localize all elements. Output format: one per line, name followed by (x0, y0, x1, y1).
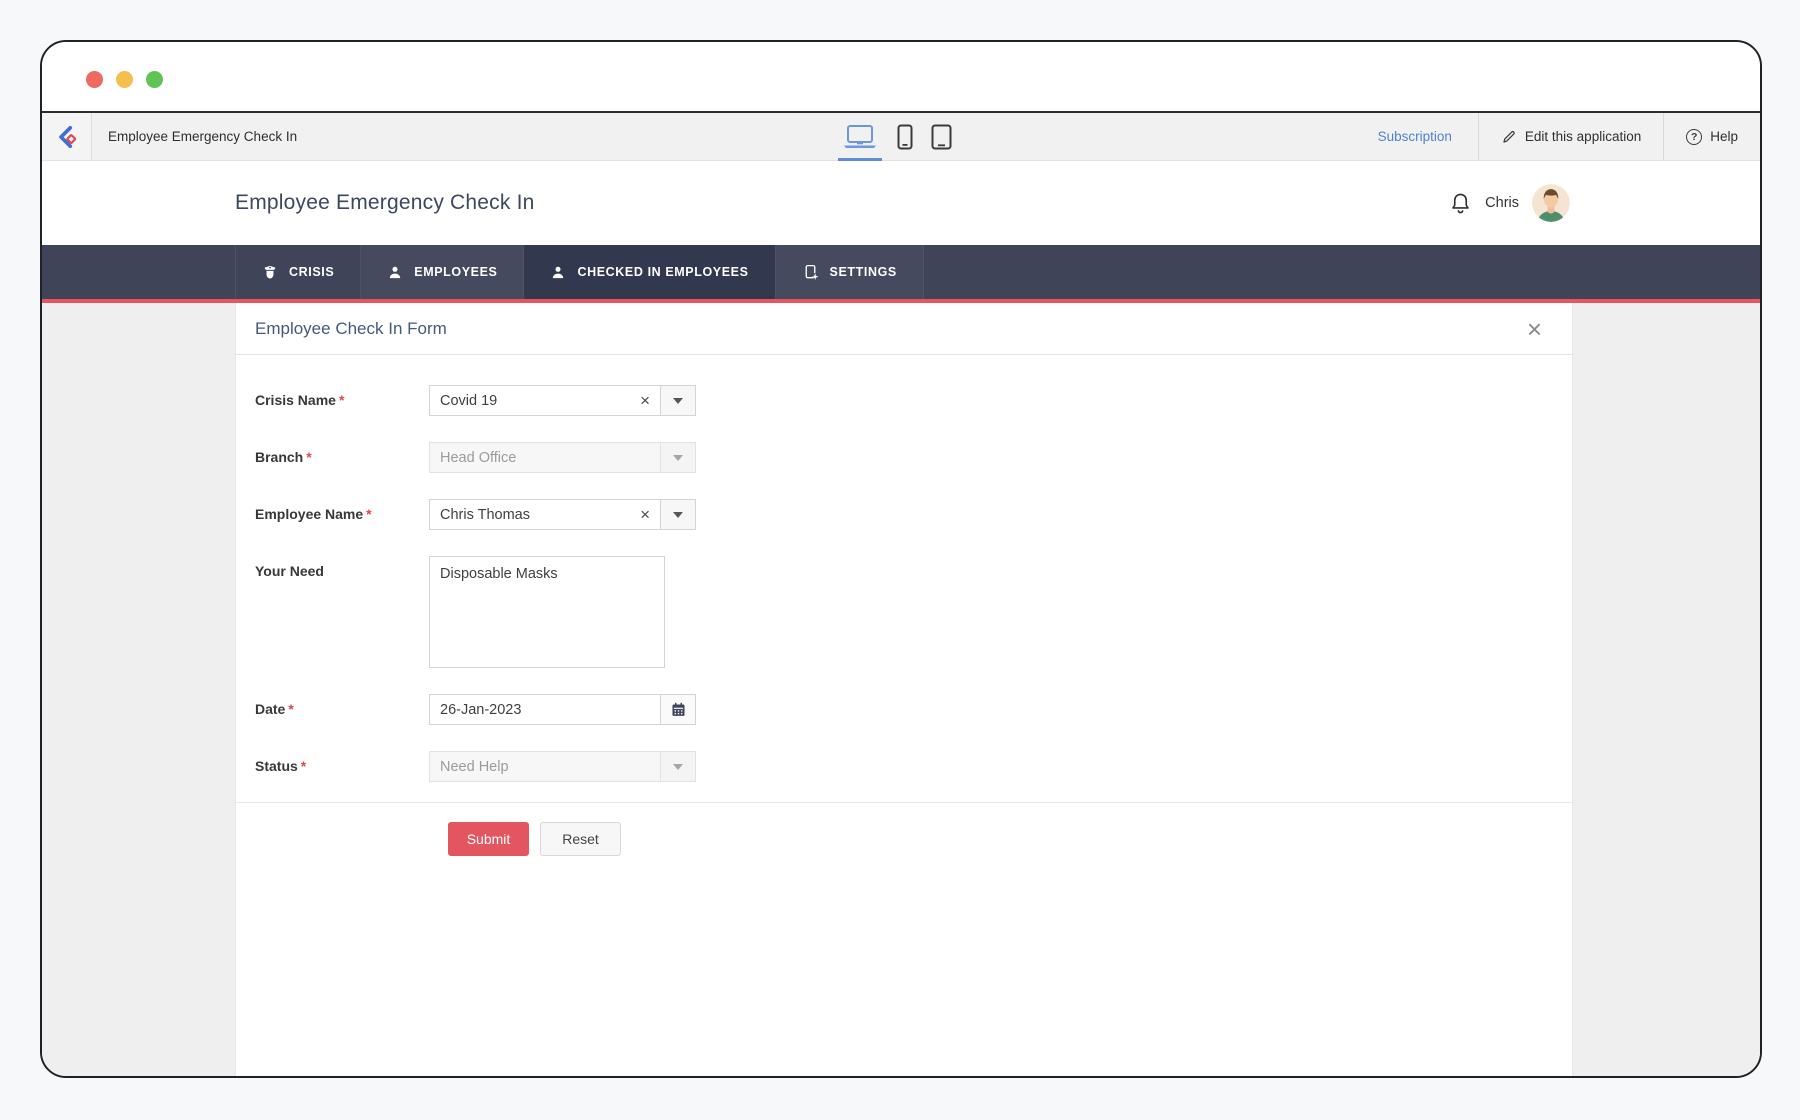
field-row-crisis-name: Crisis Name * Covid 19 × (255, 385, 1572, 416)
traffic-lights (86, 71, 163, 88)
crisis-name-label: Crisis Name * (255, 392, 345, 408)
minimize-window-button[interactable] (116, 71, 133, 88)
status-label: Status * (255, 758, 307, 774)
tab-checked-in-employees[interactable]: CHECKED IN EMPLOYEES (523, 245, 775, 299)
branch-lookup: Head Office (429, 442, 696, 473)
calendar-icon (670, 701, 687, 718)
app-header: Employee Emergency Check In Chris (42, 161, 1760, 245)
crisis-name-clear-icon[interactable]: × (640, 392, 650, 409)
phone-view-button[interactable] (897, 113, 913, 160)
help-button[interactable]: ? Help (1663, 113, 1760, 160)
status-lookup: Need Help (429, 751, 696, 782)
required-asterisk: * (288, 701, 294, 717)
zoho-creator-logo-icon (54, 124, 80, 150)
tab-crisis-label: CRISIS (289, 265, 335, 279)
form-header: Employee Check In Form × (236, 303, 1572, 355)
app-window: Employee Emergency Check In Subscription… (40, 40, 1762, 1078)
phone-icon (897, 124, 913, 150)
date-label: Date * (255, 701, 294, 717)
person-icon (387, 264, 403, 281)
tab-employees-label: EMPLOYEES (414, 265, 498, 279)
user-name[interactable]: Chris (1485, 195, 1519, 211)
pencil-icon (1501, 129, 1517, 145)
close-window-button[interactable] (86, 71, 103, 88)
your-need-textarea[interactable]: Disposable Masks (429, 556, 665, 668)
employee-name-clear-icon[interactable]: × (640, 506, 650, 523)
app-logo-button[interactable] (42, 113, 92, 160)
employee-name-dropdown-button[interactable] (660, 499, 696, 530)
your-need-label: Your Need (255, 563, 324, 579)
person-icon (550, 264, 566, 281)
tab-crisis[interactable]: CRISIS (235, 245, 360, 299)
toolbar-right: Subscription Edit this application ? Hel… (1352, 113, 1760, 160)
field-row-employee-name: Employee Name * Chris Thomas × (255, 499, 1572, 530)
required-asterisk: * (366, 506, 372, 522)
form-panel: Employee Check In Form × Crisis Name * Co… (235, 303, 1573, 1076)
laptop-view-button[interactable] (838, 113, 882, 161)
required-asterisk: * (338, 392, 345, 408)
edit-application-button[interactable]: Edit this application (1477, 113, 1663, 160)
form-body: Crisis Name * Covid 19 × Branch * Head O… (236, 355, 1572, 782)
nav-bar: CRISIS EMPLOYEES CHECKED IN EMPLOYEES SE… (42, 245, 1760, 303)
chevron-down-icon (673, 511, 683, 518)
tab-settings[interactable]: SETTINGS (774, 245, 924, 299)
status-input: Need Help (429, 751, 661, 782)
field-row-your-need: Your Need Disposable Masks (255, 556, 1572, 668)
police-badge-icon (262, 264, 278, 281)
crisis-name-input[interactable]: Covid 19 × (429, 385, 661, 416)
chevron-down-icon (673, 397, 683, 404)
field-row-date: Date * 26-Jan-2023 (255, 694, 1572, 725)
content-area: Employee Check In Form × Crisis Name * Co… (42, 303, 1760, 1076)
toolbar-app-title: Employee Emergency Check In (108, 129, 298, 144)
crisis-name-lookup: Covid 19 × (429, 385, 696, 416)
employee-name-input[interactable]: Chris Thomas × (429, 499, 661, 530)
branch-input: Head Office (429, 442, 661, 473)
employee-name-lookup: Chris Thomas × (429, 499, 696, 530)
notifications-bell-icon[interactable] (1449, 191, 1472, 216)
date-input[interactable]: 26-Jan-2023 (429, 694, 661, 725)
field-row-branch: Branch * Head Office (255, 442, 1572, 473)
chevron-down-icon (673, 454, 683, 461)
status-dropdown-button (660, 751, 696, 782)
window-titlebar (42, 42, 1760, 111)
branch-dropdown-button (660, 442, 696, 473)
device-preview-switcher (838, 113, 952, 161)
tablet-view-button[interactable] (931, 113, 952, 160)
form-footer: Submit Reset (236, 802, 1572, 856)
toolbar: Employee Emergency Check In Subscription… (42, 111, 1760, 161)
user-avatar[interactable] (1532, 184, 1570, 222)
zoom-window-button[interactable] (146, 71, 163, 88)
date-control: 26-Jan-2023 (429, 694, 696, 725)
help-label: Help (1710, 129, 1738, 144)
subscription-link[interactable]: Subscription (1352, 113, 1478, 160)
header-user-area: Chris (1449, 184, 1570, 222)
device-settings-icon (802, 263, 819, 281)
required-asterisk: * (306, 449, 312, 465)
branch-label: Branch * (255, 449, 312, 465)
reset-button[interactable]: Reset (540, 822, 621, 856)
tablet-icon (931, 124, 952, 150)
edit-application-label: Edit this application (1524, 129, 1642, 144)
page-title: Employee Emergency Check In (235, 191, 535, 214)
help-icon: ? (1686, 128, 1703, 145)
close-form-icon[interactable]: × (1527, 316, 1542, 342)
form-title: Employee Check In Form (255, 318, 447, 338)
field-row-status: Status * Need Help (255, 751, 1572, 782)
crisis-name-dropdown-button[interactable] (660, 385, 696, 416)
tab-checked-in-employees-label: CHECKED IN EMPLOYEES (577, 265, 749, 279)
employee-name-label: Employee Name * (255, 506, 372, 522)
tab-employees[interactable]: EMPLOYEES (360, 245, 524, 299)
date-picker-button[interactable] (660, 694, 696, 725)
chevron-down-icon (673, 763, 683, 770)
submit-button[interactable]: Submit (448, 822, 529, 856)
laptop-icon (841, 124, 879, 150)
tab-settings-label: SETTINGS (829, 265, 897, 279)
required-asterisk: * (300, 758, 307, 774)
